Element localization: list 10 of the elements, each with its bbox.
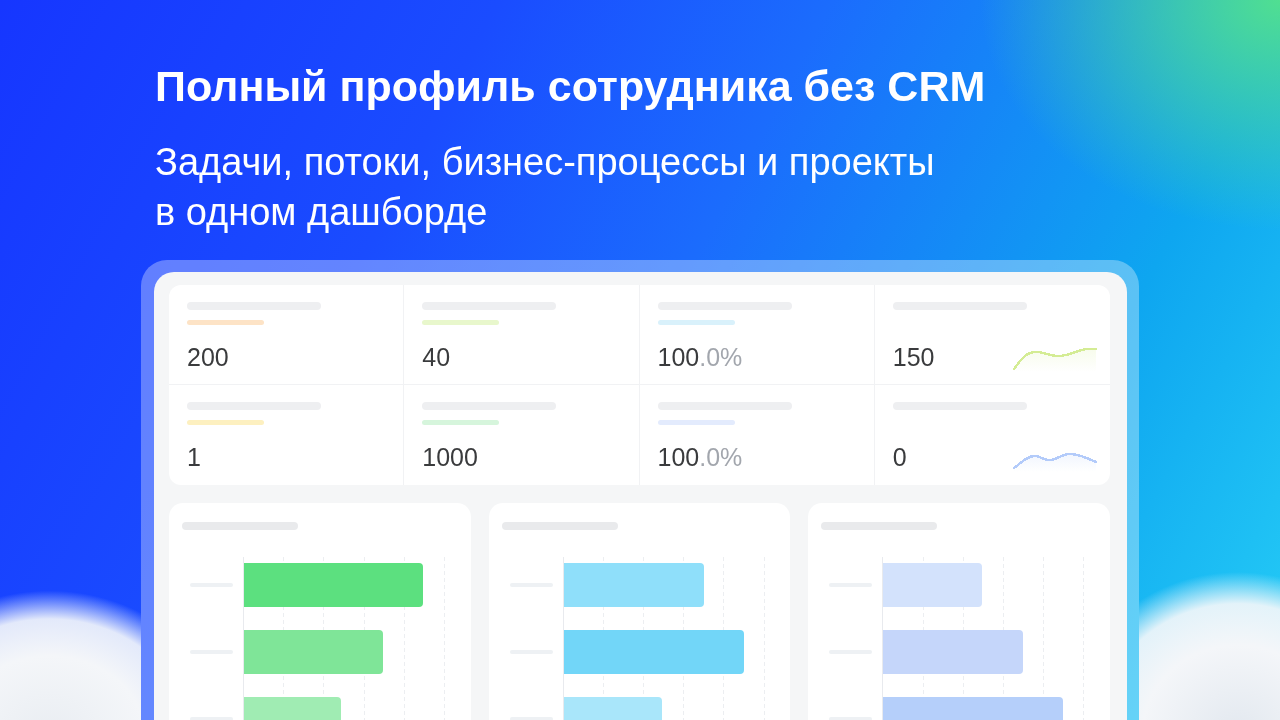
stat-value: 0 <box>892 442 907 472</box>
headline: Полный профиль сотрудника без CRM <box>155 61 986 112</box>
stat-value: 100.0% <box>657 442 743 472</box>
stat-value: 1000 <box>422 442 478 472</box>
stat-value: 40 <box>422 342 451 372</box>
stat-value: 1 <box>187 442 201 472</box>
stat-value: 200 <box>187 342 229 372</box>
stat-value: 100.0% <box>657 342 743 372</box>
subtitle: Задачи, потоки, бизнес-процессы и проекты в одном дашборде <box>155 140 935 235</box>
stat-value: 150 <box>892 342 935 372</box>
